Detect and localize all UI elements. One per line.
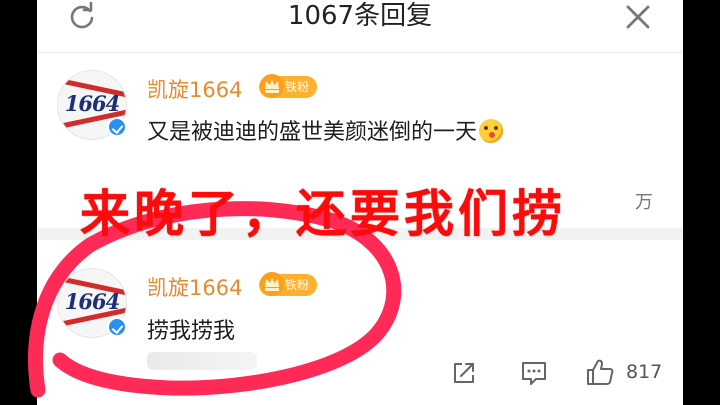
header-divider — [37, 52, 683, 53]
fan-badge-label: 铁粉 — [285, 278, 310, 292]
close-button[interactable] — [621, 0, 655, 34]
like-count: 817 — [626, 361, 663, 383]
kissing-face-emoji-icon — [479, 119, 504, 143]
fan-badge: 铁粉 — [259, 74, 318, 98]
avatar-logo-text: 1664 — [64, 289, 120, 314]
comment-text: 又是被迪迪的盛世美颜迷倒的一天 — [147, 114, 504, 146]
avatar-logo-text: 1664 — [64, 91, 120, 116]
verified-icon — [107, 317, 127, 337]
overlay-caption: 来晚了，还要我们捞 — [80, 185, 566, 243]
share-icon[interactable] — [450, 359, 478, 387]
thumbs-up-icon[interactable] — [585, 357, 615, 387]
comment-icon[interactable] — [519, 359, 549, 387]
username[interactable]: 凯旋1664 — [147, 272, 242, 302]
username[interactable]: 凯旋1664 — [147, 74, 242, 104]
fan-badge: 铁粉 — [259, 272, 318, 296]
reply-header: 1067条回复 — [37, 0, 683, 36]
comment-body: 又是被迪迪的盛世美颜迷倒的一天 — [147, 120, 478, 145]
close-icon — [626, 5, 650, 29]
reply-count-title: 1067条回复 — [287, 1, 433, 31]
comment-actions: 817 — [37, 355, 683, 389]
video-frame: 1067条回复 1664 凯旋1664 铁粉 又是被迪迪的盛世美颜迷倒的一天 万… — [0, 0, 720, 405]
crown-icon — [260, 74, 284, 98]
partial-count: 万 — [635, 192, 653, 213]
comment-text: 捞我捞我 — [147, 319, 236, 344]
fan-badge-label: 铁粉 — [285, 80, 310, 94]
verified-icon — [107, 117, 127, 137]
crown-icon — [260, 272, 284, 296]
